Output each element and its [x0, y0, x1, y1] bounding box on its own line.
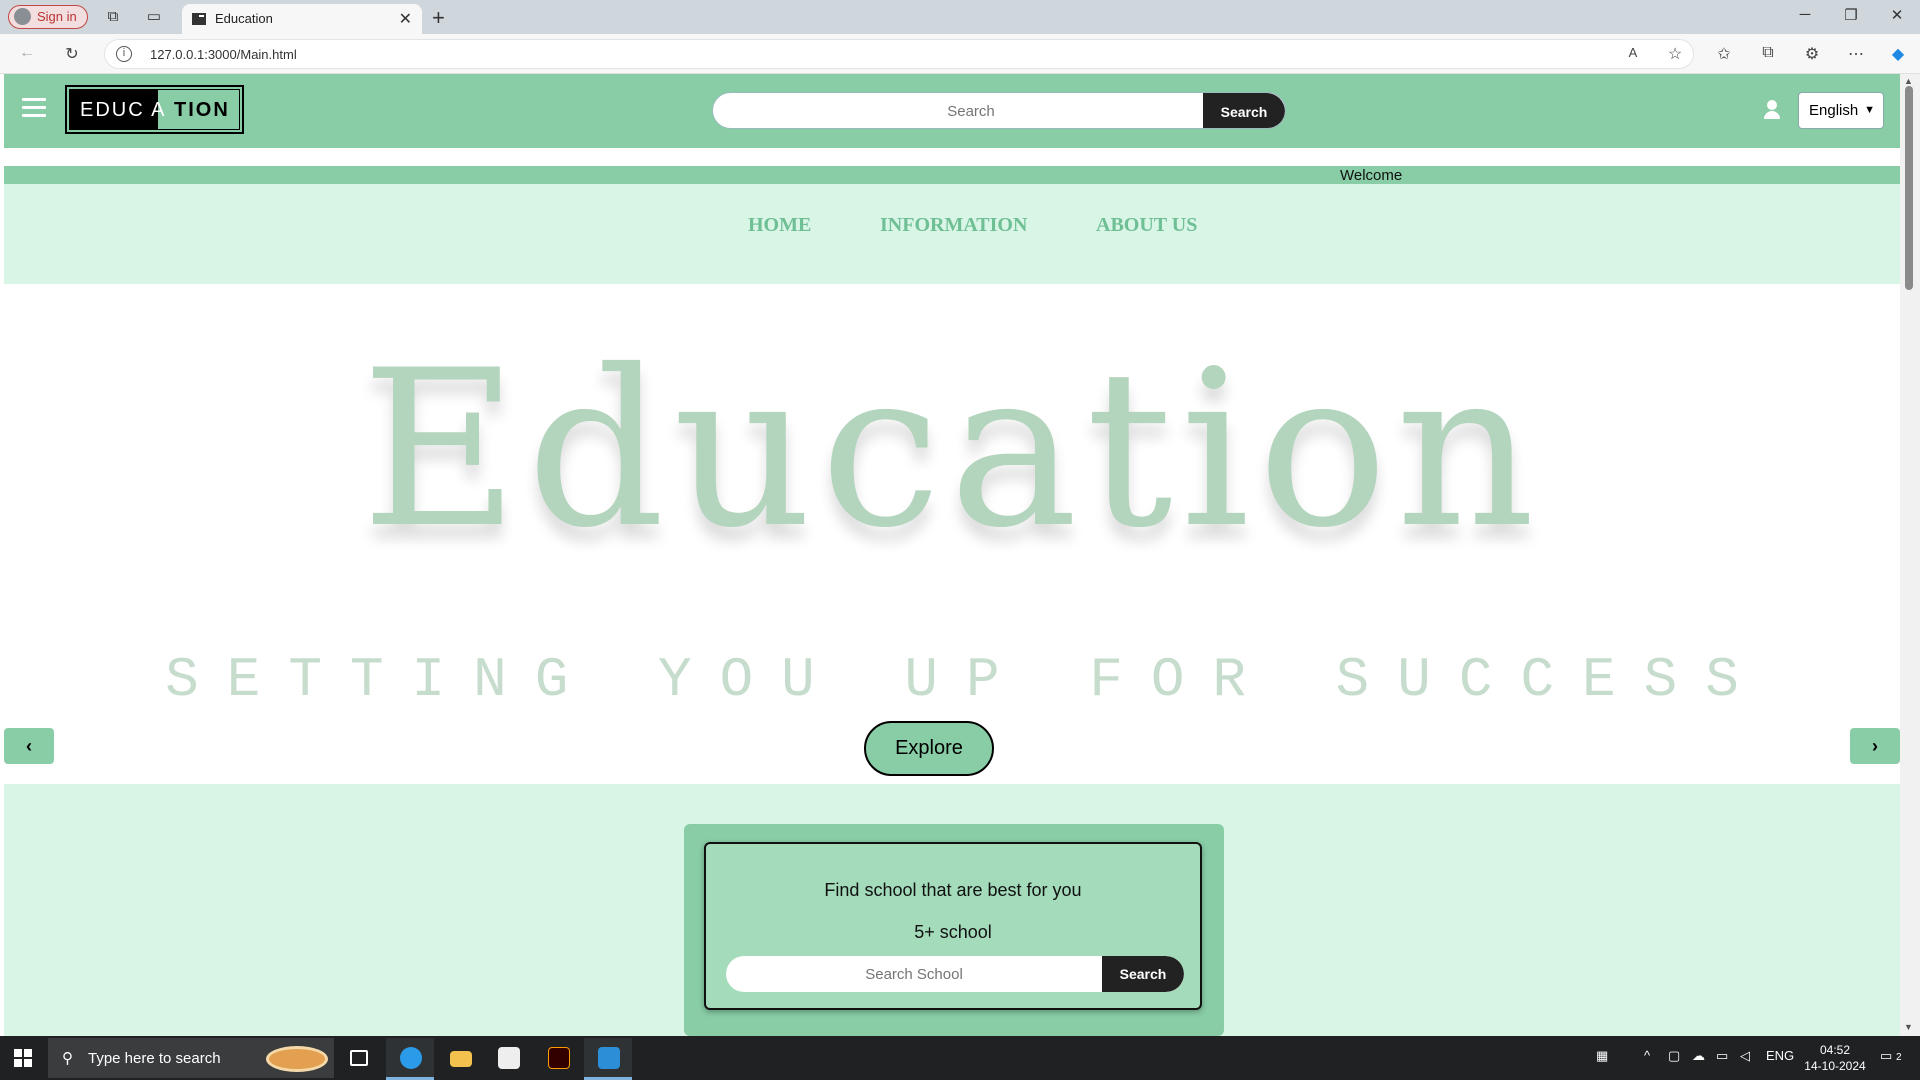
input-language[interactable]: ENG: [1766, 1048, 1794, 1063]
finder-heading: Find school that are best for you: [824, 880, 1082, 900]
explore-button[interactable]: Explore: [864, 721, 994, 776]
school-search-button[interactable]: Search: [1102, 956, 1184, 992]
main-nav: HOME INFORMATION ABOUT US: [4, 184, 1900, 284]
illustrator-icon[interactable]: [534, 1038, 582, 1080]
taskbar-search[interactable]: ⚲ Type here to search: [48, 1038, 334, 1078]
site-logo[interactable]: EDUC A TION: [65, 85, 244, 134]
scrollbar-thumb[interactable]: [1905, 86, 1913, 290]
welcome-text: Welcome: [1340, 167, 1403, 184]
refresh-icon[interactable]: ↻: [60, 44, 84, 64]
scroll-down-icon[interactable]: ▼: [1904, 1022, 1913, 1032]
back-icon[interactable]: ←: [15, 44, 39, 62]
favorites-icon[interactable]: ✩: [1712, 44, 1736, 64]
tray-expand-icon[interactable]: ^: [1644, 1048, 1650, 1063]
address-bar[interactable]: i 127.0.0.1:3000/Main.html A ☆: [104, 39, 1694, 69]
tab-favicon-icon: [192, 13, 206, 25]
sign-in-button[interactable]: Sign in: [8, 5, 88, 29]
system-clock[interactable]: 04:52 14-10-2024: [1800, 1042, 1870, 1074]
file-explorer-icon[interactable]: [436, 1038, 484, 1080]
volume-icon[interactable]: ◁: [1740, 1048, 1750, 1064]
hero-subtitle: SETTING YOU UP FOR SUCCESS: [165, 648, 1767, 712]
restore-icon[interactable]: ❐: [1836, 6, 1866, 24]
tab-actions-icon[interactable]: ▭: [144, 7, 164, 27]
notification-icon[interactable]: ▭: [1880, 1048, 1892, 1064]
store-icon[interactable]: [484, 1038, 532, 1080]
new-tab-icon[interactable]: +: [432, 5, 445, 31]
school-search: Search: [726, 956, 1184, 992]
collections-icon[interactable]: ⧉: [1756, 44, 1780, 62]
profile-icon: [14, 8, 31, 25]
page-viewport: EDUC A TION Search English ▼ Welcome HOM…: [4, 74, 1900, 1036]
minimize-icon[interactable]: ─: [1790, 6, 1820, 23]
sign-in-label: Sign in: [37, 9, 77, 24]
carousel-prev-button[interactable]: ‹: [4, 728, 54, 764]
browser-tab-bar: Sign in ⧉ ▭ Education ✕ + ─ ❐ ✕: [0, 0, 1920, 34]
tab-title: Education: [215, 11, 273, 26]
site-header: EDUC A TION Search English ▼: [4, 74, 1900, 148]
onedrive-icon[interactable]: ☁: [1692, 1048, 1705, 1064]
tab-close-icon[interactable]: ✕: [399, 9, 412, 29]
nav-about-us[interactable]: ABOUT US: [1096, 214, 1197, 237]
language-value: English: [1809, 102, 1859, 119]
site-info-icon[interactable]: i: [116, 46, 132, 62]
school-search-input[interactable]: [726, 956, 1102, 992]
edge-app-icon[interactable]: [386, 1038, 434, 1080]
windows-taskbar: ⚲ Type here to search ▦ ^ ▢ ☁ ▭ ◁ ENG 04…: [0, 1036, 1920, 1080]
language-select[interactable]: English ▼: [1798, 92, 1884, 129]
extensions-icon[interactable]: ⚙: [1800, 44, 1824, 64]
scroll-up-icon[interactable]: ▲: [1904, 76, 1913, 86]
windows-start-icon[interactable]: [14, 1049, 32, 1067]
read-aloud-icon[interactable]: A: [1621, 45, 1645, 60]
chevron-right-icon: ›: [1872, 736, 1878, 756]
clock-time: 04:52: [1819, 1043, 1851, 1057]
search-highlight-icon: [266, 1046, 328, 1072]
taskbar-search-placeholder: Type here to search: [88, 1050, 221, 1067]
vscode-icon[interactable]: [584, 1038, 632, 1080]
task-view-icon[interactable]: [336, 1038, 384, 1080]
header-search-input[interactable]: [713, 93, 1229, 128]
copilot-icon[interactable]: ◆: [1886, 44, 1910, 64]
tab-education[interactable]: Education ✕: [182, 4, 422, 34]
hero-carousel: Education SETTING YOU UP FOR SUCCESS Exp…: [4, 284, 1900, 784]
header-search: Search: [712, 92, 1286, 129]
hero-title: Education: [361, 324, 1543, 575]
url-text[interactable]: 127.0.0.1:3000/Main.html: [150, 47, 297, 62]
school-finder-section: Find school that are best for you 5+ sch…: [4, 784, 1900, 1036]
browser-toolbar: ← ↻ i 127.0.0.1:3000/Main.html A ☆ ✩ ⧉ ⚙…: [0, 34, 1920, 74]
workspaces-icon[interactable]: ⧉: [103, 7, 123, 27]
carousel-next-button[interactable]: ›: [1850, 728, 1900, 764]
search-icon: ⚲: [62, 1050, 73, 1067]
logo-text-black: TION: [166, 99, 230, 121]
window-close-icon[interactable]: ✕: [1882, 6, 1912, 24]
more-menu-icon[interactable]: ⋯: [1844, 44, 1868, 64]
meet-icon[interactable]: ▢: [1668, 1048, 1680, 1064]
clock-date: 14-10-2024: [1804, 1059, 1866, 1073]
welcome-marquee: Welcome: [4, 166, 1900, 184]
nav-information[interactable]: INFORMATION: [880, 214, 1027, 237]
header-search-button[interactable]: Search: [1203, 93, 1285, 128]
school-finder-frame: Find school that are best for you 5+ sch…: [684, 824, 1224, 1036]
logo-text-white: EDUC A: [80, 99, 167, 121]
nav-home[interactable]: HOME: [748, 214, 811, 237]
keyboard-icon[interactable]: ▦: [1596, 1048, 1608, 1064]
page-scrollbar[interactable]: ▲ ▼: [1900, 74, 1920, 1036]
school-finder-card: Find school that are best for you 5+ sch…: [704, 842, 1202, 1010]
chevron-left-icon: ‹: [26, 736, 32, 756]
notification-count: 2: [1896, 1052, 1902, 1063]
user-icon[interactable]: [1764, 100, 1780, 119]
finder-count: 5+ school: [914, 922, 992, 942]
network-icon[interactable]: ▭: [1716, 1048, 1728, 1064]
favorite-star-icon[interactable]: ☆: [1663, 44, 1687, 64]
chevron-down-icon: ▼: [1864, 104, 1875, 116]
hamburger-menu-icon[interactable]: [22, 98, 46, 118]
